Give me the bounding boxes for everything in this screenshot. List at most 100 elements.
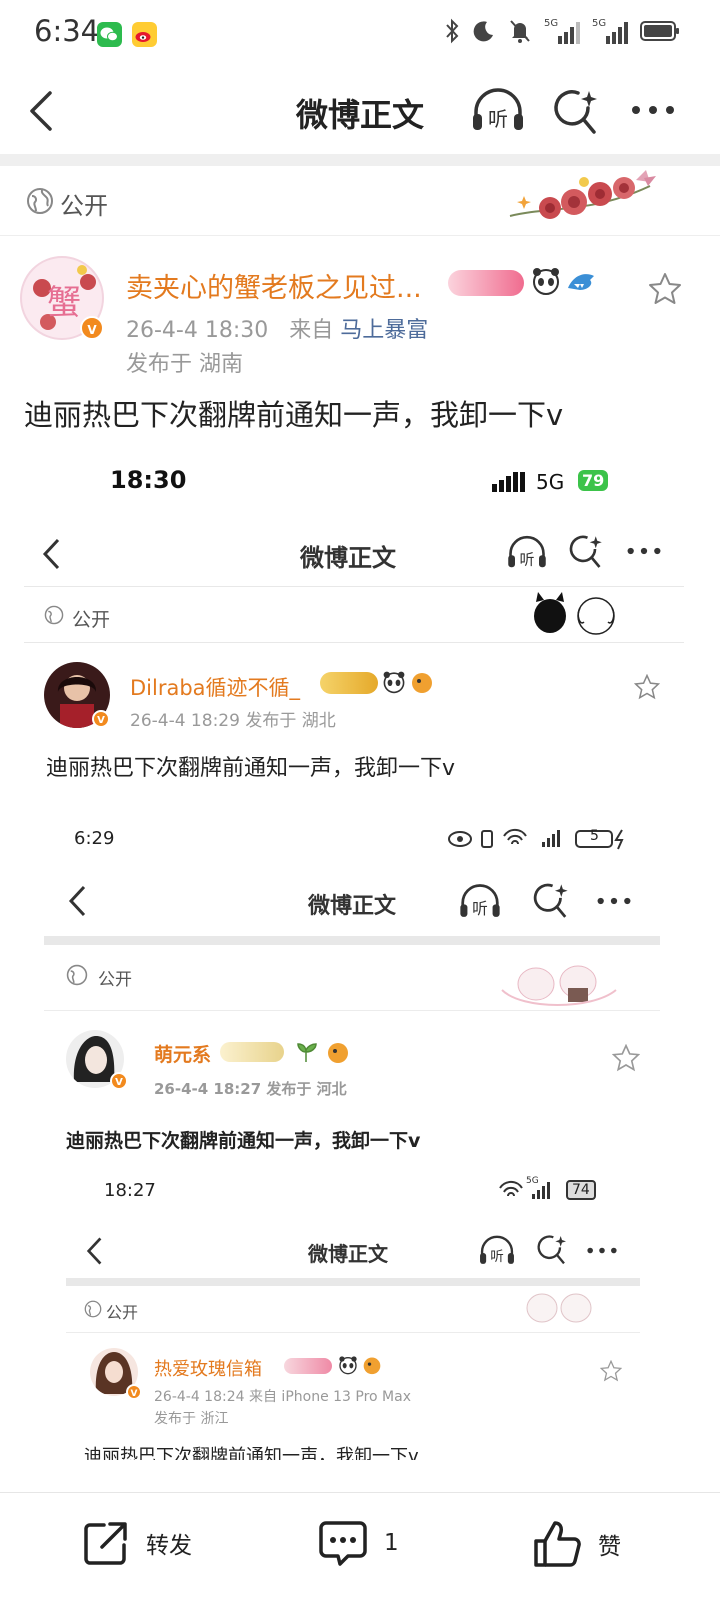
shot3-meta-line2: 发布于 浙江 (154, 1411, 229, 1427)
shot2-more-icon (597, 897, 631, 905)
shot2-meta: 26-4-4 18:27 发布于 河北 (154, 1080, 347, 1098)
post-source-link[interactable]: 马上暴富 (340, 318, 428, 343)
shot1-battery: 79 (578, 470, 609, 491)
shot1-star-icon (634, 674, 660, 700)
divider (0, 154, 720, 166)
shot1-search-icon (569, 535, 602, 568)
shot1-crown-badge (320, 672, 378, 694)
repost-icon (84, 1522, 127, 1565)
shot3-battery: 74 (566, 1180, 596, 1200)
fan-level-badge (448, 270, 524, 296)
shot2-back-icon (68, 885, 86, 917)
shot2-listen-icon: 听 (460, 884, 500, 918)
shot1-author: Dilraba循迹不循_ (130, 676, 301, 700)
shot1-globe-icon (44, 605, 64, 625)
shot1-visibility: 公开 (72, 609, 111, 631)
shot3-title: 微博正文 (308, 1242, 388, 1266)
shot3-text: 迪丽热巴下次翻牌前通知一声，我卸一下v (84, 1446, 419, 1460)
shot3-network: 5G (526, 1176, 539, 1186)
post-text: 迪丽热巴下次翻牌前通知一声，我卸一下v (24, 398, 564, 432)
panda-icon (531, 266, 561, 300)
more-dots-icon[interactable] (630, 104, 676, 116)
shot1-divider-2 (24, 642, 684, 643)
status-indicators: 5G 5G (444, 18, 680, 44)
search-sparkle-icon[interactable] (552, 88, 600, 136)
mute-bell-icon (510, 20, 530, 43)
shot2-title: 微博正文 (308, 894, 397, 919)
bottom-toolbar: 转发 1 赞 (0, 1492, 720, 1600)
shot2-text: 迪丽热巴下次翻牌前通知一声，我卸一下v (66, 1130, 421, 1152)
battery-icon (640, 21, 679, 41)
signal-1: 5G (544, 18, 580, 44)
svg-text:听: 听 (488, 107, 508, 131)
embedded-screenshot-3: 18:27 5G 74 微博正文 听 公开 V 热爱玫瑰信箱 26-4-4 18… (66, 1172, 646, 1460)
shot1-more-icon (627, 547, 661, 555)
shot3-meta-line1: 26-4-4 18:24 来自 iPhone 13 Pro Max (154, 1389, 412, 1405)
svg-text:蟹: 蟹 (47, 283, 81, 323)
shot3-author: 热爱玫瑰信箱 (154, 1359, 262, 1380)
do-not-disturb-moon-icon (473, 21, 493, 42)
shot2-visibility: 公开 (98, 970, 132, 990)
favorite-star-icon[interactable] (648, 272, 682, 306)
shot1-title: 微博正文 (300, 544, 396, 572)
shot3-bunny-sticker (526, 1293, 592, 1323)
shot3-back-icon (86, 1237, 102, 1265)
shot3-star-icon (600, 1360, 622, 1382)
shot2-verified-badge: V (110, 1072, 128, 1090)
svg-text:听: 听 (490, 1249, 504, 1265)
like-button[interactable]: 赞 (532, 1519, 621, 1569)
shot3-panda-icon (338, 1355, 358, 1379)
visibility-label: 公开 (60, 192, 108, 220)
source-prefix: 来自 (289, 318, 334, 343)
comment-button[interactable]: 1 (318, 1519, 399, 1567)
shark-icon (566, 266, 596, 300)
bluetooth-icon (446, 18, 459, 44)
listen-headphone-icon[interactable]: 听 (470, 86, 526, 136)
svg-text:听: 听 (472, 899, 488, 918)
wechat-icon (97, 22, 122, 47)
shot1-time: 18:30 (110, 466, 187, 494)
shot3-listen-icon: 听 (480, 1235, 514, 1265)
shot2-bunny-sticker (501, 965, 617, 1006)
repost-button[interactable]: 转发 (82, 1519, 192, 1567)
nav-bar: 微博正文 听 (0, 68, 720, 154)
comment-count: 1 (384, 1530, 399, 1556)
page-title: 微博正文 (295, 96, 424, 134)
signal-2: 5G (592, 18, 628, 44)
rose-decoration (509, 170, 656, 219)
network-type-2: 5G (592, 18, 607, 29)
shot2-level-badge (220, 1042, 284, 1062)
shot1-panda-icon (382, 670, 406, 698)
post-timestamp: 26-4-4 18:30 (126, 318, 269, 343)
shot2-search-icon (533, 883, 568, 918)
shot3-divider-2 (66, 1332, 640, 1333)
shot1-verified-badge: V (92, 710, 110, 728)
post-author-block: 蟹 V 卖夹心的蟹老板之见过... 26-4-4 18:30 来自 马上暴富 发… (0, 240, 720, 380)
shot1-listen-icon: 听 (508, 535, 546, 568)
shot1-text: 迪丽热巴下次翻牌前通知一声，我卸一下v (46, 756, 456, 781)
network-type-1: 5G (544, 18, 559, 29)
shot2-divider-band (44, 936, 660, 945)
comment-icon (319, 1521, 367, 1566)
shot3-search-icon (537, 1235, 566, 1265)
like-label: 赞 (598, 1534, 621, 1560)
shot2-sprout-icon (294, 1040, 318, 1068)
shot2-globe-icon (66, 964, 88, 986)
shot3-visibility: 公开 (106, 1303, 139, 1322)
shot3-more-icon (587, 1247, 617, 1254)
post-image[interactable]: 18:30 5G 79 微博正文 听 公开 V Dilraba循迹不循_ 26-… (20, 450, 700, 1460)
shot3-verified-badge: V (126, 1384, 142, 1400)
weibo-post-page: 6:34 5G 5G 微博正文 听 公开 蟹 V 卖夹心的蟹老板之见过... 2… (0, 0, 720, 1600)
post-location: 发布于 湖南 (126, 352, 243, 377)
shot2-status-icons (448, 828, 638, 854)
shot2-bird-icon (326, 1040, 350, 1068)
author-name[interactable]: 卖夹心的蟹老板之见过... (126, 266, 422, 305)
shot1-network: 5G (536, 470, 565, 494)
post-meta-line: 26-4-4 18:30 来自 马上暴富 (126, 312, 428, 344)
shot2-time: 6:29 (74, 828, 115, 849)
shot1-bird-icon (410, 670, 434, 698)
shot2-author: 萌元系 (154, 1044, 212, 1066)
shot1-cat-dog-sticker (534, 592, 615, 635)
globe-icon (27, 188, 53, 214)
shot3-bird-icon (362, 1355, 382, 1379)
